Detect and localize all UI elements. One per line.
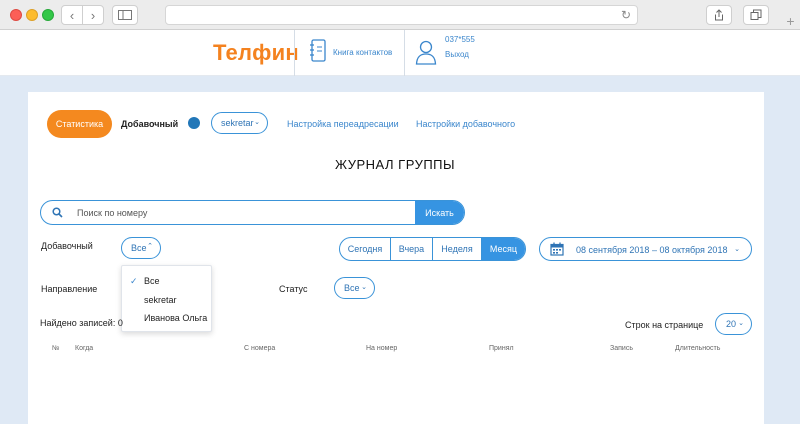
extension-status-indicator bbox=[188, 117, 200, 129]
address-bar[interactable]: ↻ bbox=[165, 5, 638, 25]
chevron-down-icon: ⌄ bbox=[361, 284, 367, 291]
header-divider bbox=[294, 30, 295, 76]
brand-logo[interactable]: Телфин bbox=[213, 40, 299, 66]
minimize-window-button[interactable] bbox=[26, 9, 38, 21]
column-header-recording[interactable]: Запись bbox=[610, 345, 633, 352]
forward-button[interactable]: › bbox=[82, 5, 104, 25]
account-number: 037*555 bbox=[445, 35, 475, 44]
chevron-down-icon: ⌄ bbox=[254, 119, 260, 126]
logout-link[interactable]: Выход bbox=[445, 50, 469, 59]
back-button[interactable]: ‹ bbox=[61, 5, 83, 25]
contacts-link[interactable]: Книга контактов bbox=[333, 48, 392, 57]
rows-per-page-select[interactable]: 20 ⌄ bbox=[715, 313, 752, 335]
column-header-number[interactable]: № bbox=[52, 345, 60, 352]
period-today-button[interactable]: Сегодня bbox=[340, 238, 391, 260]
chevron-up-icon: ⌃ bbox=[147, 243, 153, 250]
calendar-icon bbox=[550, 242, 564, 256]
tabs-icon bbox=[750, 9, 762, 20]
extension-label: Добавочный bbox=[121, 119, 179, 129]
search-input[interactable] bbox=[77, 201, 417, 224]
date-range-picker[interactable]: 08 сентября 2018 – 08 октября 2018 ⌄ bbox=[539, 237, 752, 261]
period-week-button[interactable]: Неделя bbox=[433, 238, 482, 260]
extension-filter-label: Добавочный bbox=[41, 241, 93, 251]
sidebar-toggle-button[interactable] bbox=[112, 5, 138, 25]
tabs-overview-button[interactable] bbox=[743, 5, 769, 25]
address-book-icon[interactable] bbox=[309, 39, 327, 63]
chevron-down-icon: ⌄ bbox=[738, 320, 744, 327]
zoom-window-button[interactable] bbox=[42, 9, 54, 21]
statistics-button[interactable]: Статистика bbox=[47, 110, 112, 138]
share-icon bbox=[715, 9, 723, 21]
extension-dropdown-menu: ✓ Все sekretar Иванова Ольга bbox=[121, 265, 212, 332]
sidebar-icon bbox=[118, 10, 132, 20]
chevron-down-icon: ⌄ bbox=[734, 246, 740, 253]
column-header-answered[interactable]: Принял bbox=[489, 345, 514, 352]
user-icon[interactable] bbox=[415, 39, 437, 65]
extension-settings-link[interactable]: Настройки добавочного bbox=[416, 119, 515, 129]
dropdown-option-sekretar[interactable]: sekretar bbox=[144, 295, 177, 305]
search-icon bbox=[52, 207, 63, 218]
dropdown-option-all[interactable]: Все bbox=[144, 276, 160, 286]
extension-filter-select[interactable]: Все ⌃ bbox=[121, 237, 161, 259]
checkmark-icon: ✓ bbox=[130, 276, 138, 286]
rows-per-page-value: 20 bbox=[726, 319, 737, 329]
period-selector: Сегодня Вчера Неделя Месяц bbox=[339, 237, 526, 261]
column-header-to[interactable]: На номер bbox=[366, 345, 397, 352]
close-window-button[interactable] bbox=[10, 9, 22, 21]
rows-per-page-label: Строк на странице bbox=[625, 320, 704, 330]
direction-filter-label: Направление bbox=[41, 284, 98, 294]
dropdown-option-ivanova[interactable]: Иванова Ольга bbox=[144, 313, 207, 323]
page-title: ЖУРНАЛ ГРУППЫ bbox=[334, 157, 456, 172]
period-month-button[interactable]: Месяц bbox=[482, 238, 525, 260]
extension-filter-value: Все bbox=[131, 243, 147, 253]
redirect-settings-link[interactable]: Настройка переадресации bbox=[287, 119, 399, 129]
reload-icon[interactable]: ↻ bbox=[621, 8, 631, 22]
column-header-duration[interactable]: Длительность bbox=[675, 345, 720, 352]
chevron-right-icon: › bbox=[90, 7, 96, 23]
search-bar: Искать bbox=[40, 200, 465, 225]
status-filter-label: Статус bbox=[279, 284, 308, 294]
period-yesterday-button[interactable]: Вчера bbox=[391, 238, 433, 260]
extension-select-value: sekretar bbox=[221, 118, 254, 128]
chevron-left-icon: ‹ bbox=[69, 7, 75, 23]
site-header: Телфин Книга контактов 037*555 Выход bbox=[0, 30, 800, 76]
column-header-when[interactable]: Когда bbox=[75, 345, 93, 352]
column-header-from[interactable]: С номера bbox=[244, 345, 275, 352]
browser-toolbar: ‹ › ↻ + bbox=[0, 0, 800, 30]
share-button[interactable] bbox=[706, 5, 732, 25]
status-filter-select[interactable]: Все ⌄ bbox=[334, 277, 375, 299]
date-range-value: 08 сентября 2018 – 08 октября 2018 bbox=[576, 245, 728, 255]
extension-select[interactable]: sekretar ⌄ bbox=[211, 112, 268, 134]
records-found-count: Найдено записей: 0 bbox=[40, 318, 123, 328]
new-tab-button[interactable]: + bbox=[781, 13, 800, 30]
search-button[interactable]: Искать bbox=[415, 201, 464, 224]
status-filter-value: Все bbox=[344, 283, 360, 293]
header-divider bbox=[404, 30, 405, 76]
